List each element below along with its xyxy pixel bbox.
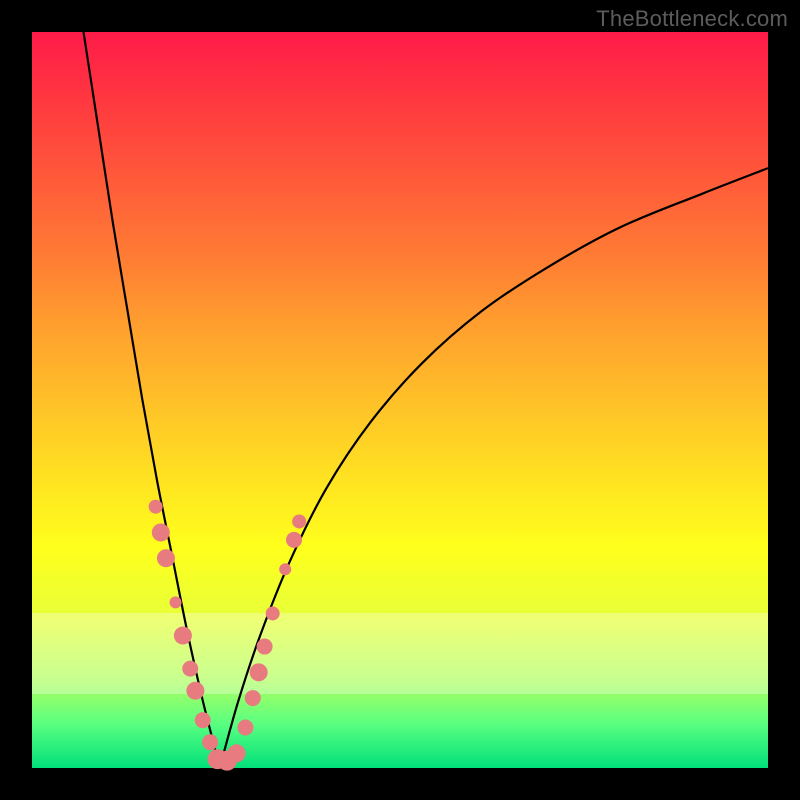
bead-marker xyxy=(202,734,218,750)
bead-marker xyxy=(292,514,306,528)
bead-marker xyxy=(279,563,291,575)
left-branch-curve xyxy=(84,32,220,768)
bead-marker xyxy=(152,523,170,541)
chart-frame: TheBottleneck.com xyxy=(0,0,800,800)
bead-marker xyxy=(286,532,302,548)
bead-marker xyxy=(245,690,261,706)
watermark-text: TheBottleneck.com xyxy=(596,6,788,32)
curve-layer xyxy=(32,32,768,768)
bead-marker xyxy=(195,712,211,728)
bead-marker xyxy=(228,744,246,762)
bead-marker xyxy=(237,720,253,736)
bead-marker xyxy=(257,639,273,655)
bead-marker xyxy=(186,682,204,700)
plot-area xyxy=(32,32,768,768)
bead-marker xyxy=(182,661,198,677)
bead-marker xyxy=(170,596,182,608)
bead-markers xyxy=(149,500,307,771)
bead-marker xyxy=(174,627,192,645)
bead-marker xyxy=(149,500,163,514)
bead-marker xyxy=(266,606,280,620)
bead-marker xyxy=(250,663,268,681)
bead-marker xyxy=(157,549,175,567)
right-branch-curve xyxy=(220,168,768,768)
